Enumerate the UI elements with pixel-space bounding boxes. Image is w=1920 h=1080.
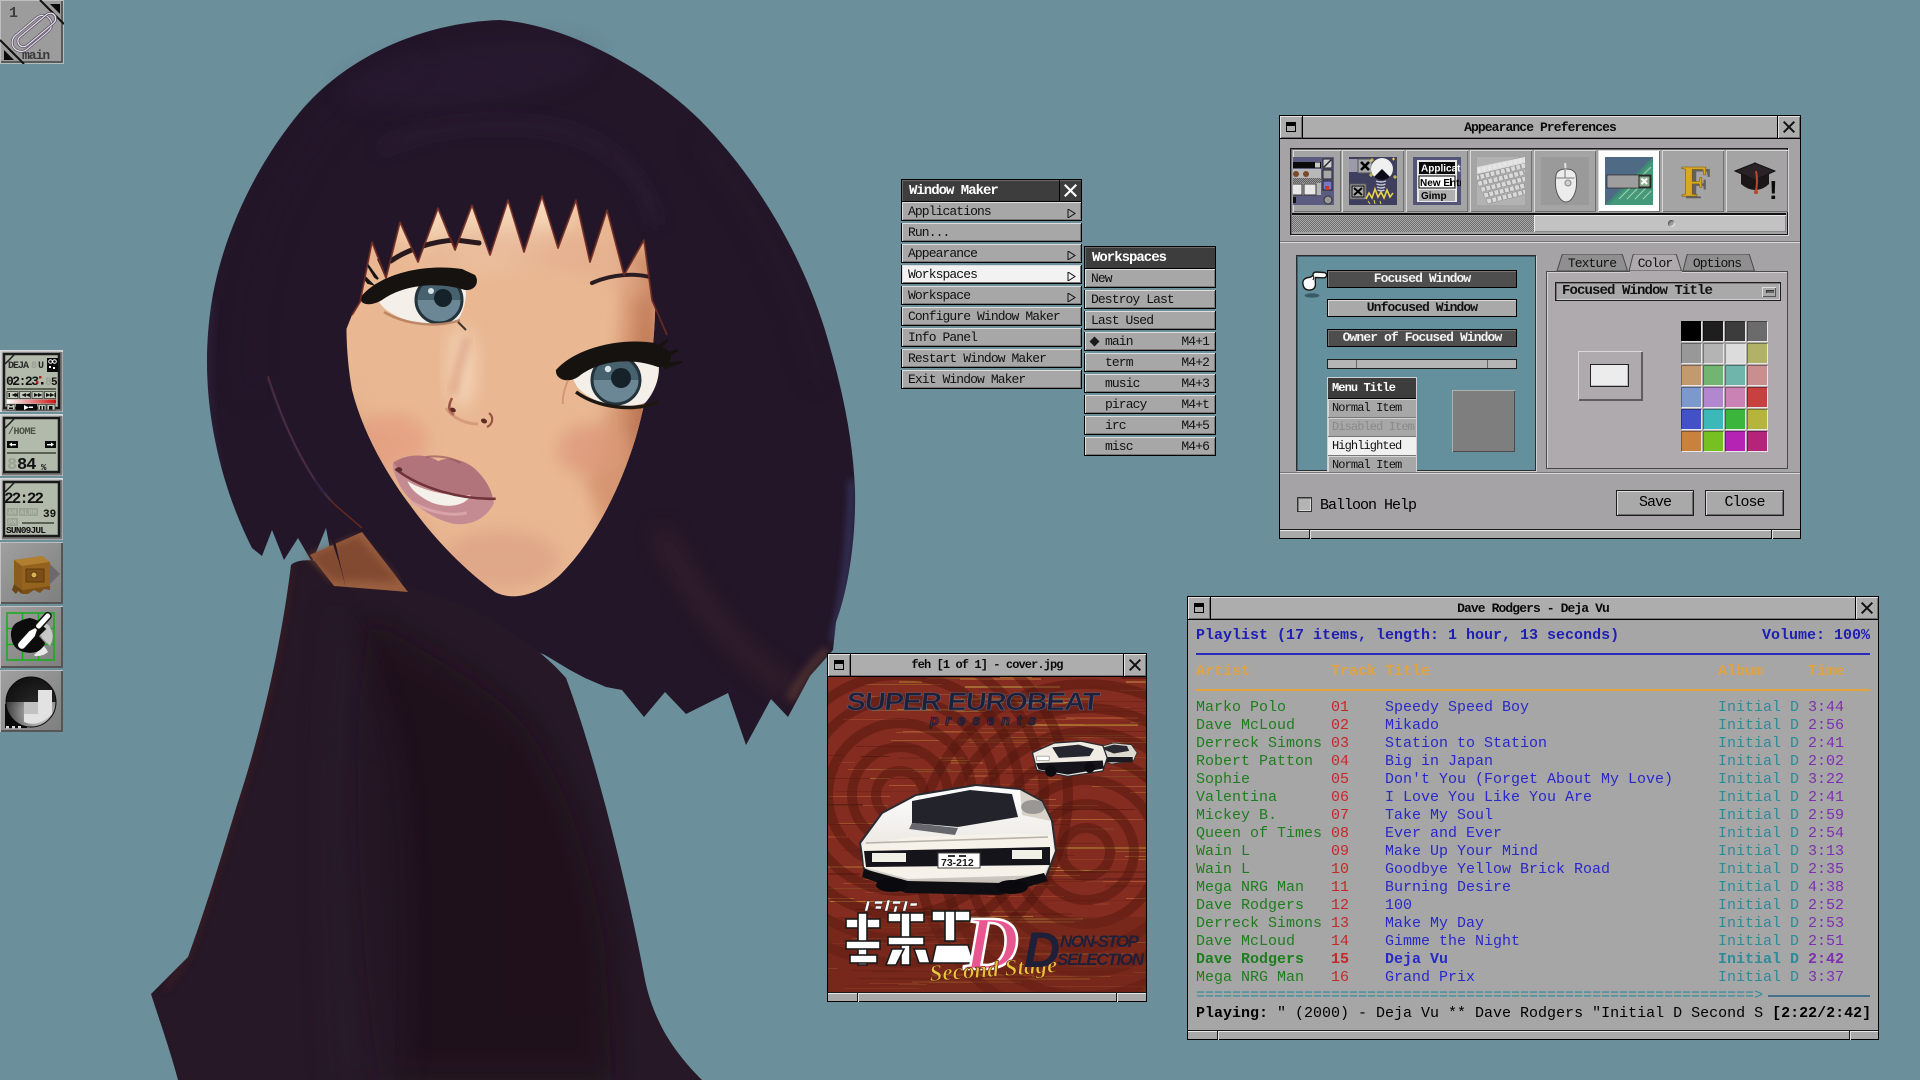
svg-text:/HOME: /HOME [8,426,36,438]
svg-text:73-212: 73-212 [941,857,974,869]
svg-text:8: 8 [31,361,37,372]
svg-text:NON-STOP: NON-STOP [1060,932,1140,951]
svg-text:D: D [1024,922,1060,978]
svg-text:Color: Color [1638,256,1673,271]
svg-text:U: U [38,361,44,372]
svg-text:%: % [41,463,47,473]
svg-text:F: F [1681,157,1708,205]
svg-text:8: 8 [7,456,17,475]
svg-text:SELECTION: SELECTION [1057,950,1145,969]
svg-text:AM: AM [8,510,16,518]
svg-text:84: 84 [17,456,36,475]
svg-text:02:23: 02:23 [6,374,39,389]
svg-text:39: 39 [43,509,56,521]
svg-text:DEJA: DEJA [8,361,29,372]
svg-text:Applicati: Applicati [1421,164,1461,175]
svg-text:1: 1 [9,5,18,22]
svg-text:main: main [22,48,50,63]
svg-text:Gimp: Gimp [1421,191,1447,202]
svg-text:Texture: Texture [1568,256,1616,271]
svg-text:ALRM: ALRM [20,510,37,518]
svg-text:SUN09JUL: SUN09JUL [6,525,46,536]
svg-text:5: 5 [51,377,58,389]
svg-text:22:22: 22:22 [4,490,43,508]
svg-text:New Entr: New Entr [1420,178,1461,189]
svg-text:!: ! [1769,175,1778,205]
svg-text:Options: Options [1693,256,1741,271]
